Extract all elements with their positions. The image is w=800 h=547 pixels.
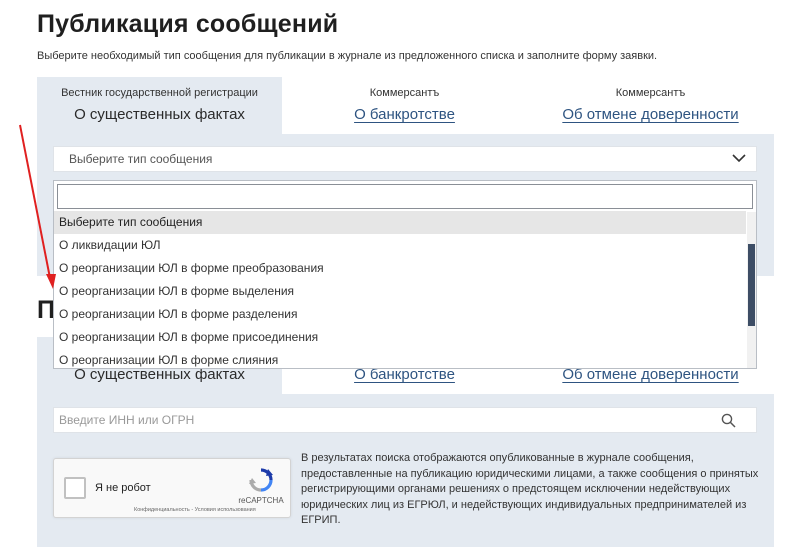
tab-bankruptcy[interactable]: Коммерсантъ О банкротстве <box>282 77 527 134</box>
section-title: П <box>37 296 53 324</box>
dropdown-search-input[interactable] <box>57 184 753 209</box>
dropdown-option[interactable]: О реорганизации ЮЛ в форме слияния <box>54 349 746 368</box>
tab-label[interactable]: О банкротстве <box>282 106 527 123</box>
search-placeholder: Введите ИНН или ОГРН <box>59 413 195 427</box>
dropdown-scrollbar[interactable] <box>747 212 756 368</box>
tab-power-of-attorney-revocation[interactable]: Коммерсантъ Об отмене доверенности <box>527 77 774 134</box>
tab-material-facts[interactable]: Вестник государственной регистрации О су… <box>37 77 282 134</box>
dropdown-option[interactable]: О реорганизации ЮЛ в форме присоединения <box>54 326 746 349</box>
page-title: Публикация сообщений <box>37 10 339 38</box>
recaptcha-checkbox[interactable] <box>64 477 86 499</box>
message-type-placeholder: Выберите тип сообщения <box>69 152 213 166</box>
dropdown-option[interactable]: О реорганизации ЮЛ в форме преобразовани… <box>54 257 746 280</box>
dropdown-option[interactable]: О реорганизации ЮЛ в форме выделения <box>54 280 746 303</box>
message-type-select[interactable]: Выберите тип сообщения <box>53 146 757 172</box>
tab-label[interactable]: Об отмене доверенности <box>527 106 774 123</box>
dropdown-option[interactable]: О реорганизации ЮЛ в форме разделения <box>54 303 746 326</box>
dropdown-option[interactable]: Выберите тип сообщения <box>54 211 746 234</box>
journal-tabs: Вестник государственной регистрации О су… <box>37 77 774 134</box>
dropdown-option[interactable]: О ликвидации ЮЛ <box>54 234 746 257</box>
message-type-dropdown: Выберите тип сообщения О ликвидации ЮЛ О… <box>53 180 757 369</box>
search-info-text: В результатах поиска отображаются опубли… <box>301 452 759 526</box>
recaptcha-widget: Я не робот reCAPTCHA Конфиденциальность … <box>53 458 291 518</box>
tab-journal-name: Коммерсантъ <box>615 87 686 99</box>
inn-ogrn-search-input[interactable]: Введите ИНН или ОГРН <box>53 407 757 433</box>
tab-journal-name: Вестник государственной регистрации <box>61 87 258 99</box>
tab-label: О существенных фактах <box>74 106 245 123</box>
search-icon[interactable] <box>721 413 736 428</box>
recaptcha-logo-icon <box>249 468 273 492</box>
chevron-down-icon[interactable] <box>732 153 746 163</box>
dropdown-scroll-thumb[interactable] <box>748 244 755 326</box>
tab-journal-name: Коммерсантъ <box>369 87 440 99</box>
recaptcha-links[interactable]: Конфиденциальность - Условия использован… <box>134 507 256 513</box>
recaptcha-label: Я не робот <box>95 482 151 494</box>
recaptcha-brand: reCAPTCHA <box>238 496 284 505</box>
page-subtitle: Выберите необходимый тип сообщения для п… <box>37 50 658 62</box>
